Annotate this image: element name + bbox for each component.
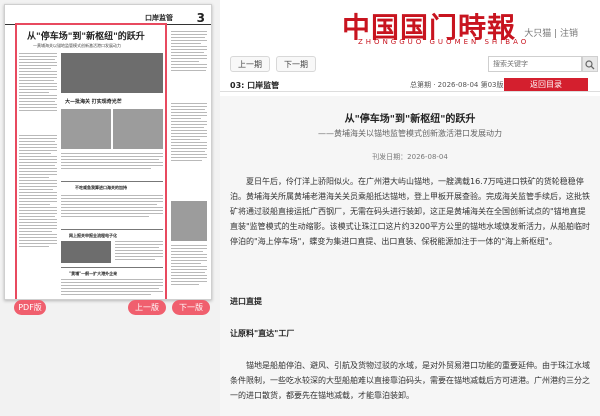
article-subheading: 让原料"直达"工厂	[230, 329, 295, 338]
newspaper-photo	[61, 241, 111, 263]
prev-issue-button[interactable]: 上一期	[230, 56, 270, 72]
page-root: 口岸监管 3 从"停车场"到"新枢纽"的跃升 —黄埔海关以锚地监管模式创新激活港…	[0, 0, 600, 416]
newspaper-page-image[interactable]: 口岸监管 3 从"停车场"到"新枢纽"的跃升 —黄埔海关以锚地监管模式创新激活港…	[4, 4, 212, 300]
user-links: 大只猫 | 注销	[524, 26, 578, 39]
article-body: 从"停车场"到"新枢纽"的跃升 ——黄埔海关以锚地监管模式创新激活港口发展动力 …	[220, 96, 600, 416]
newspaper-column-text	[115, 241, 163, 262]
article-subtitle: ——黄埔海关以锚地监管模式创新激活港口发展动力	[318, 129, 502, 138]
search-icon	[585, 60, 595, 70]
newspaper-divider	[61, 267, 163, 268]
newspaper-column-text	[171, 245, 207, 287]
newspaper-panel: 口岸监管 3 从"停车场"到"新枢纽"的跃升 —黄埔海关以锚地监管模式创新激活港…	[0, 0, 220, 416]
issue-nav-bar: 上一期 下一期	[220, 56, 600, 74]
newspaper-column-text	[61, 195, 163, 219]
newspaper-photo	[61, 109, 111, 149]
page-label[interactable]: 03: 口岸监管	[230, 80, 279, 91]
newspaper-column-text	[61, 279, 163, 297]
newspaper-column-text	[171, 31, 207, 73]
newspaper-column-text	[61, 153, 163, 171]
newspaper-divider	[61, 229, 163, 230]
next-page-button[interactable]: 下一版	[172, 300, 210, 315]
newspaper-buttons: PDF版 上一版 下一版	[0, 300, 220, 318]
search-input[interactable]	[488, 56, 582, 72]
newspaper-headline: 大—批海关 打实现奇光芒	[65, 99, 122, 105]
search-button[interactable]	[582, 56, 598, 72]
site-logo-pinyin: ZHONGGUO GUOMEN SHIBAO	[358, 38, 530, 46]
current-issue: 总第期 · 2026-08-04 第03版	[410, 81, 504, 89]
logout-link[interactable]: 注销	[560, 29, 578, 39]
newspaper-photo	[113, 109, 163, 149]
pdf-button[interactable]: PDF版	[14, 300, 46, 315]
prev-page-button[interactable]: 上一版	[128, 300, 166, 315]
newspaper-headline: "黄埔"一舸—扩大港外企来	[69, 271, 118, 276]
article-paragraph: 锚地是船舶停泊、避风、引航及货物过驳的水域，是对外贸易港口功能的重要延伸。由于珠…	[230, 361, 590, 400]
site-header: 中国国门時報 ZHONGGUO GUOMEN SHIBAO 大只猫 | 注销	[220, 0, 600, 50]
edition-bar: 03: 口岸监管 总第期 · 2026-08-04 第03版 返回目录	[220, 78, 600, 92]
newspaper-photo	[61, 53, 163, 93]
newspaper-lead-subheadline: —黄埔海关以锚地监管模式创新激活港口发展动力	[33, 43, 121, 48]
next-issue-button[interactable]: 下一期	[276, 56, 316, 72]
newspaper-headline: 不吃咸鱼我算进口海关的加持	[75, 185, 127, 190]
newspaper-headline: 网上报关申报全流程电子化	[69, 233, 117, 238]
article-paragraph: 夏日午后，伶仃洋上骄阳似火。在广州港大屿山锚地，一艘满载16.7万吨进口铁矿的货…	[230, 177, 591, 246]
reader-panel: 中国国门時報 ZHONGGUO GUOMEN SHIBAO 大只猫 | 注销 上…	[220, 0, 600, 416]
newspaper-section: 口岸监管	[145, 14, 173, 22]
newspaper-divider	[61, 181, 163, 182]
newspaper-column-text	[171, 103, 207, 163]
back-to-contents-button[interactable]: 返回目录	[504, 78, 588, 91]
newspaper-column-text	[19, 135, 57, 249]
article-section-heading: 进口直提	[230, 297, 262, 306]
username-link[interactable]: 大只猫	[524, 29, 551, 39]
newspaper-photo	[171, 201, 207, 241]
article-title: 从"停车场"到"新枢纽"的跃升	[344, 114, 476, 125]
article-date: 刊发日期：2026-08-04	[372, 153, 448, 161]
newspaper-lead-headline: 从"停车场"到"新枢纽"的跃升	[27, 32, 145, 42]
newspaper-page-number: 3	[196, 11, 205, 25]
newspaper-column-text	[19, 53, 57, 113]
